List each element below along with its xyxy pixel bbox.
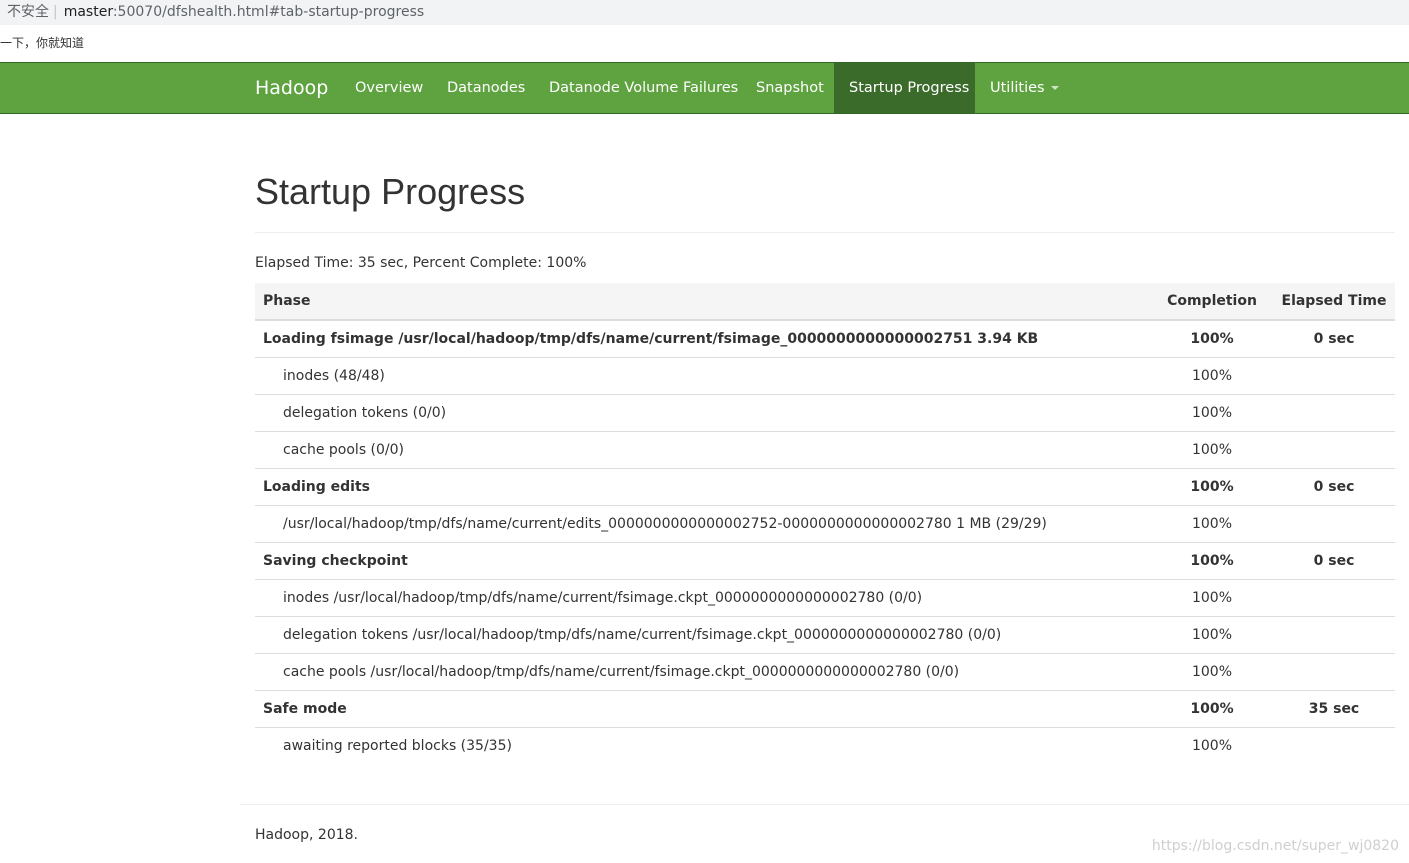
- phase-name: Saving checkpoint: [255, 541, 1151, 579]
- startup-progress-table: Phase Completion Elapsed Time Loading fs…: [255, 283, 1395, 764]
- footer-copyright: Hadoop, 2018.: [255, 827, 358, 843]
- header-phase: Phase: [255, 283, 1151, 321]
- caret-down-icon: [1050, 86, 1059, 90]
- phase-elapsed: 0 sec: [1273, 541, 1395, 579]
- nav-overview[interactable]: Overview: [340, 63, 438, 113]
- phase-completion: 100%: [1151, 541, 1273, 579]
- step-name: /usr/local/hadoop/tmp/dfs/name/current/e…: [255, 504, 1151, 542]
- phase-name: Safe mode: [255, 689, 1151, 727]
- phase-elapsed: 0 sec: [1273, 467, 1395, 505]
- address-separator: |: [53, 4, 58, 20]
- header-elapsed-time: Elapsed Time: [1273, 283, 1395, 321]
- step-elapsed: [1273, 430, 1395, 468]
- table-row: Safe mode 100% 35 sec: [255, 689, 1395, 727]
- phase-completion: 100%: [1151, 689, 1273, 727]
- step-name: inodes /usr/local/hadoop/tmp/dfs/name/cu…: [255, 578, 1151, 616]
- step-completion: 100%: [1151, 430, 1273, 468]
- phase-name: Loading fsimage /usr/local/hadoop/tmp/df…: [263, 330, 1039, 347]
- table-row: Saving checkpoint 100% 0 sec: [255, 541, 1395, 579]
- step-elapsed: [1273, 615, 1395, 653]
- phase-elapsed: 0 sec: [1313, 330, 1355, 347]
- nav-startup-progress[interactable]: Startup Progress: [834, 63, 975, 113]
- phase-completion: 100%: [1190, 330, 1234, 347]
- step-name: cache pools /usr/local/hadoop/tmp/dfs/na…: [255, 652, 1151, 690]
- page-title: Startup Progress: [255, 171, 526, 212]
- phase-completion: 100%: [1151, 467, 1273, 505]
- step-completion: 100%: [1151, 356, 1273, 394]
- step-completion: 100%: [1151, 652, 1273, 690]
- phase-elapsed: 35 sec: [1273, 689, 1395, 727]
- footer-divider: [240, 804, 1409, 805]
- table-row: delegation tokens (0/0) 100%: [255, 393, 1395, 431]
- nav-snapshot[interactable]: Snapshot: [741, 63, 839, 113]
- step-name: cache pools (0/0): [255, 430, 1151, 468]
- step-elapsed: [1273, 504, 1395, 542]
- url-path[interactable]: :50070/dfshealth.html#tab-startup-progre…: [113, 4, 424, 20]
- step-name: delegation tokens (0/0): [255, 393, 1151, 431]
- nav-datanodes[interactable]: Datanodes: [432, 63, 540, 113]
- table-row: awaiting reported blocks (35/35) 100%: [255, 726, 1395, 764]
- step-name: inodes (48/48): [255, 356, 1151, 394]
- table-header-row: Phase Completion Elapsed Time: [255, 283, 1395, 321]
- table-row: cache pools /usr/local/hadoop/tmp/dfs/na…: [255, 652, 1395, 690]
- phase-name: Loading edits: [255, 467, 1151, 505]
- page-header: Startup Progress: [255, 114, 1395, 233]
- table-row: Loading fsimage /usr/local/hadoop/tmp/df…: [255, 320, 1395, 357]
- table-row: inodes (48/48) 100%: [255, 356, 1395, 394]
- step-elapsed: [1273, 578, 1395, 616]
- table-row: cache pools (0/0) 100%: [255, 430, 1395, 468]
- bookmark-item[interactable]: 一下，你就知道: [0, 25, 84, 62]
- url-host[interactable]: master: [64, 4, 113, 20]
- bookmarks-bar: 一下，你就知道: [0, 25, 1409, 62]
- table-row: Loading edits 100% 0 sec: [255, 467, 1395, 505]
- table-row: /usr/local/hadoop/tmp/dfs/name/current/e…: [255, 504, 1395, 542]
- navbar: Hadoop Overview Datanodes Datanode Volum…: [0, 62, 1409, 114]
- step-elapsed: [1273, 356, 1395, 394]
- elapsed-summary: Elapsed Time: 35 sec, Percent Complete: …: [255, 255, 587, 271]
- step-completion: 100%: [1151, 393, 1273, 431]
- watermark-text: https://blog.csdn.net/super_wj0820: [1151, 838, 1399, 854]
- security-indicator[interactable]: 不安全: [7, 4, 49, 20]
- nav-datanode-volume-failures[interactable]: Datanode Volume Failures: [534, 63, 753, 113]
- step-elapsed: [1273, 652, 1395, 690]
- step-elapsed: [1273, 393, 1395, 431]
- header-completion: Completion: [1151, 283, 1273, 321]
- step-completion: 100%: [1151, 615, 1273, 653]
- table-row: delegation tokens /usr/local/hadoop/tmp/…: [255, 615, 1395, 653]
- step-completion: 100%: [1151, 726, 1273, 764]
- step-completion: 100%: [1151, 578, 1273, 616]
- step-name: delegation tokens /usr/local/hadoop/tmp/…: [255, 615, 1151, 653]
- address-bar[interactable]: 不安全 | master:50070/dfshealth.html#tab-star…: [0, 0, 1409, 25]
- step-completion: 100%: [1151, 504, 1273, 542]
- step-name: awaiting reported blocks (35/35): [255, 726, 1151, 764]
- nav-utilities-label: Utilities: [990, 80, 1045, 96]
- step-elapsed: [1273, 726, 1395, 764]
- table-row: inodes /usr/local/hadoop/tmp/dfs/name/cu…: [255, 578, 1395, 616]
- brand-link[interactable]: Hadoop: [255, 63, 328, 113]
- nav-utilities-dropdown[interactable]: Utilities: [975, 63, 1074, 113]
